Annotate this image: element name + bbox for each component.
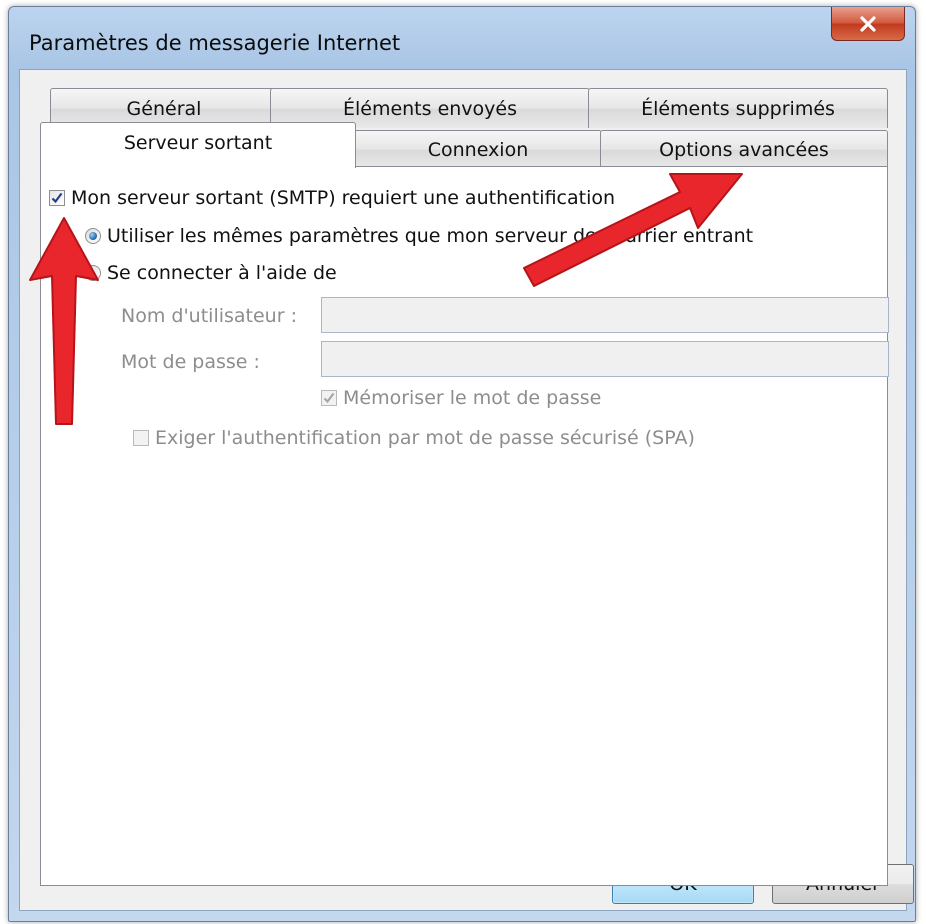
- tab-advanced-options[interactable]: Options avancées: [600, 130, 888, 168]
- username-field[interactable]: [321, 297, 889, 333]
- spa-label: Exiger l'authentification par mot de pas…: [155, 427, 695, 449]
- checkmark-icon: [51, 192, 63, 204]
- tab-connection[interactable]: Connexion: [354, 130, 602, 168]
- tab-outgoing-server[interactable]: Serveur sortant: [40, 122, 356, 168]
- close-button[interactable]: [831, 7, 905, 41]
- checkmark-icon: [323, 392, 335, 404]
- dialog-window: Paramètres de messagerie Internet Généra…: [8, 6, 916, 922]
- radio-login-row[interactable]: Se connecter à l'aide de: [85, 262, 337, 284]
- spa-checkbox[interactable]: [133, 430, 149, 446]
- dialog-title: Paramètres de messagerie Internet: [29, 31, 401, 55]
- radio-login-with-label: Se connecter à l'aide de: [107, 262, 337, 284]
- password-label: Mot de passe :: [121, 351, 260, 373]
- password-field[interactable]: [321, 341, 889, 377]
- title-bar[interactable]: Paramètres de messagerie Internet: [9, 7, 915, 67]
- username-label: Nom d'utilisateur :: [121, 305, 297, 327]
- remember-password-label: Mémoriser le mot de passe: [343, 387, 602, 409]
- close-icon: [860, 15, 876, 32]
- auth-required-checkbox[interactable]: [49, 190, 65, 206]
- dialog-client-area: Général Éléments envoyés Éléments suppri…: [19, 69, 914, 911]
- tab-deleted-items[interactable]: Éléments supprimés: [588, 88, 888, 128]
- red-arrow-diagonal-icon: [523, 173, 743, 287]
- spa-row[interactable]: Exiger l'authentification par mot de pas…: [133, 427, 695, 449]
- remember-password-checkbox[interactable]: [321, 390, 337, 406]
- red-arrow-up-icon: [29, 217, 99, 425]
- remember-password-row[interactable]: Mémoriser le mot de passe: [321, 387, 601, 409]
- outgoing-server-panel: Mon serveur sortant (SMTP) requiert une …: [40, 166, 889, 886]
